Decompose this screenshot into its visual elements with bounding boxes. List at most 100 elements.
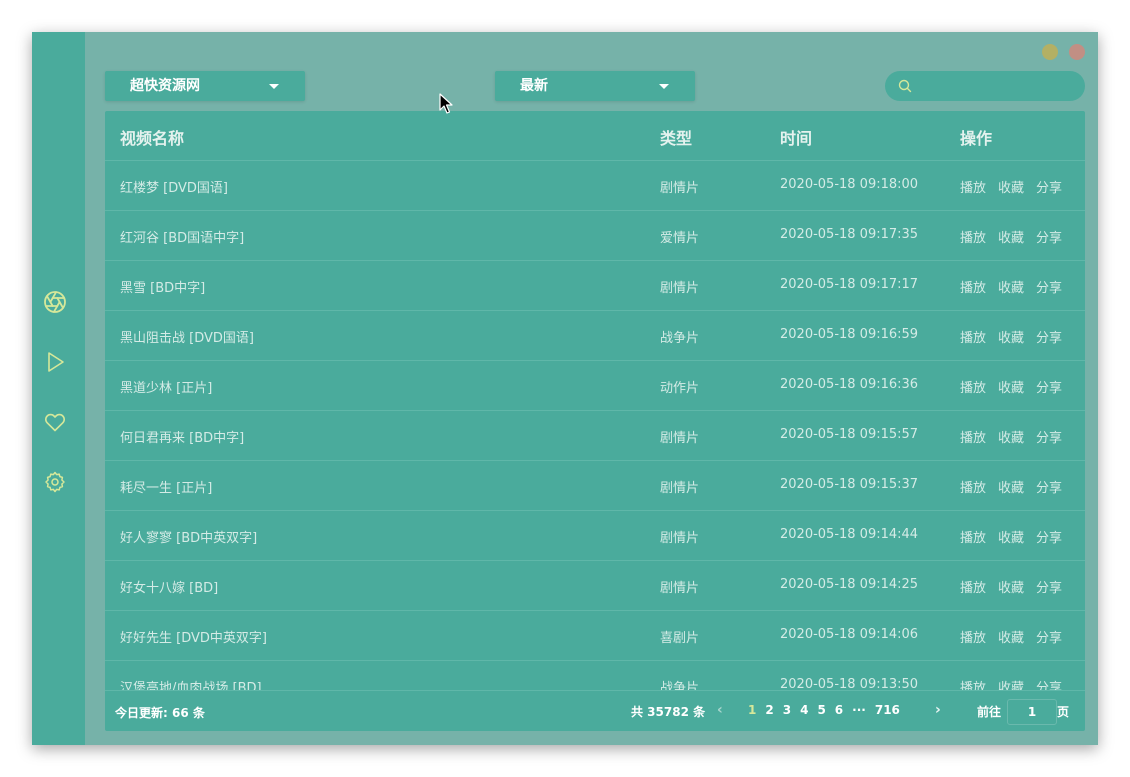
table-row: 黑雪 [BD中字] 剧情片 2020-05-18 09:17:17 播放 收藏 分享: [105, 261, 1085, 311]
page-number[interactable]: 716: [875, 703, 900, 717]
favorite-link[interactable]: 收藏: [998, 431, 1024, 446]
page-unit-label: 页: [1057, 705, 1070, 719]
search-icon: [898, 79, 912, 93]
video-time: 2020-05-18 09:16:59: [780, 327, 919, 342]
share-link[interactable]: 分享: [1036, 481, 1062, 496]
share-link[interactable]: 分享: [1036, 381, 1062, 396]
page-number[interactable]: 2: [765, 703, 773, 717]
favorite-link[interactable]: 收藏: [998, 481, 1024, 496]
table-row: 黑道少林 [正片] 动作片 2020-05-18 09:16:36 播放 收藏 分享: [105, 361, 1085, 411]
table-body[interactable]: 红楼梦 [DVD国语] 剧情片 2020-05-18 09:18:00 播放 收藏 分享红…: [105, 161, 1085, 690]
table-row: 汉堡高地/血肉战场 [BD] 战争片 2020-05-18 09:13:50 播放 收藏…: [105, 661, 1085, 690]
row-actions: 播放 收藏 分享: [960, 277, 1062, 296]
share-link[interactable]: 分享: [1036, 181, 1062, 196]
page-number[interactable]: 1: [748, 703, 756, 717]
favorite-link[interactable]: 收藏: [998, 631, 1024, 646]
page-number[interactable]: 6: [835, 703, 843, 717]
video-name: 黑雪 [BD中字]: [120, 281, 206, 296]
video-type: 动作片: [660, 381, 700, 396]
share-link[interactable]: 分享: [1036, 331, 1062, 346]
row-actions: 播放 收藏 分享: [960, 227, 1062, 246]
table-header: 视频名称 类型 时间 操作: [105, 111, 1085, 161]
row-actions: 播放 收藏 分享: [960, 677, 1062, 690]
mouse-cursor-icon: [439, 93, 453, 114]
favorite-link[interactable]: 收藏: [998, 531, 1024, 546]
header-type: 类型: [660, 129, 693, 148]
video-name: 好女十八嫁 [BD]: [120, 581, 219, 596]
play-link[interactable]: 播放: [960, 531, 986, 546]
prev-page-icon[interactable]: ‹: [717, 702, 723, 718]
aperture-icon[interactable]: [43, 290, 67, 314]
video-time: 2020-05-18 09:17:17: [780, 277, 919, 292]
share-link[interactable]: 分享: [1036, 431, 1062, 446]
video-time: 2020-05-18 09:13:50: [780, 677, 919, 690]
play-link[interactable]: 播放: [960, 381, 986, 396]
video-name: 好人寥寥 [BD中英双字]: [120, 531, 258, 546]
favorite-link[interactable]: 收藏: [998, 181, 1024, 196]
share-link[interactable]: 分享: [1036, 581, 1062, 596]
sort-select[interactable]: 最新: [495, 71, 695, 101]
video-time: 2020-05-18 09:14:06: [780, 627, 919, 642]
video-type: 剧情片: [660, 281, 700, 296]
close-button[interactable]: [1069, 44, 1085, 60]
source-select[interactable]: 超快资源网: [105, 71, 305, 101]
heart-icon[interactable]: [43, 410, 67, 434]
favorite-link[interactable]: 收藏: [998, 381, 1024, 396]
search-input[interactable]: [919, 75, 1078, 99]
minimize-button[interactable]: [1042, 44, 1058, 60]
video-name: 耗尽一生 [正片]: [120, 481, 213, 496]
play-link[interactable]: 播放: [960, 431, 986, 446]
share-link[interactable]: 分享: [1036, 231, 1062, 246]
favorite-link[interactable]: 收藏: [998, 681, 1024, 690]
share-link[interactable]: 分享: [1036, 631, 1062, 646]
row-actions: 播放 收藏 分享: [960, 177, 1062, 196]
video-type: 剧情片: [660, 181, 700, 196]
page-number[interactable]: 3: [783, 703, 791, 717]
search-box[interactable]: [885, 71, 1085, 101]
header-ops: 操作: [960, 129, 993, 148]
table-row: 耗尽一生 [正片] 剧情片 2020-05-18 09:15:37 播放 收藏 分享: [105, 461, 1085, 511]
favorite-link[interactable]: 收藏: [998, 331, 1024, 346]
play-link[interactable]: 播放: [960, 481, 986, 496]
pagination: 1 2 3 4 5 6 ··· 716: [748, 703, 909, 717]
next-page-icon[interactable]: ›: [935, 702, 941, 718]
play-link[interactable]: 播放: [960, 281, 986, 296]
video-type: 剧情片: [660, 481, 700, 496]
header-name: 视频名称: [120, 129, 185, 148]
page-number[interactable]: 5: [817, 703, 825, 717]
share-link[interactable]: 分享: [1036, 681, 1062, 690]
play-link[interactable]: 播放: [960, 681, 986, 690]
row-actions: 播放 收藏 分享: [960, 527, 1062, 546]
play-link[interactable]: 播放: [960, 231, 986, 246]
play-link[interactable]: 播放: [960, 331, 986, 346]
video-type: 剧情片: [660, 581, 700, 596]
video-type: 喜剧片: [660, 631, 700, 646]
row-actions: 播放 收藏 分享: [960, 477, 1062, 496]
play-link[interactable]: 播放: [960, 181, 986, 196]
goto-page-input[interactable]: [1007, 699, 1057, 725]
favorite-link[interactable]: 收藏: [998, 581, 1024, 596]
play-link[interactable]: 播放: [960, 631, 986, 646]
today-updates: 今日更新: 66 条: [115, 706, 205, 720]
source-select-label: 超快资源网: [130, 78, 200, 94]
settings-icon[interactable]: [43, 470, 67, 494]
video-time: 2020-05-18 09:14:25: [780, 577, 919, 592]
share-link[interactable]: 分享: [1036, 531, 1062, 546]
play-icon[interactable]: [43, 350, 67, 374]
favorite-link[interactable]: 收藏: [998, 231, 1024, 246]
page-number[interactable]: 4: [800, 703, 808, 717]
sort-select-label: 最新: [520, 78, 548, 94]
row-actions: 播放 收藏 分享: [960, 327, 1062, 346]
video-type: 战争片: [660, 331, 700, 346]
video-name: 红楼梦 [DVD国语]: [120, 181, 228, 196]
favorite-link[interactable]: 收藏: [998, 281, 1024, 296]
table-row: 红楼梦 [DVD国语] 剧情片 2020-05-18 09:18:00 播放 收藏 分享: [105, 161, 1085, 211]
row-actions: 播放 收藏 分享: [960, 627, 1062, 646]
share-link[interactable]: 分享: [1036, 281, 1062, 296]
chevron-down-icon: [659, 84, 669, 89]
page-ellipsis[interactable]: ···: [852, 703, 866, 717]
play-link[interactable]: 播放: [960, 581, 986, 596]
row-actions: 播放 收藏 分享: [960, 427, 1062, 446]
video-type: 战争片: [660, 681, 700, 690]
row-actions: 播放 收藏 分享: [960, 577, 1062, 596]
